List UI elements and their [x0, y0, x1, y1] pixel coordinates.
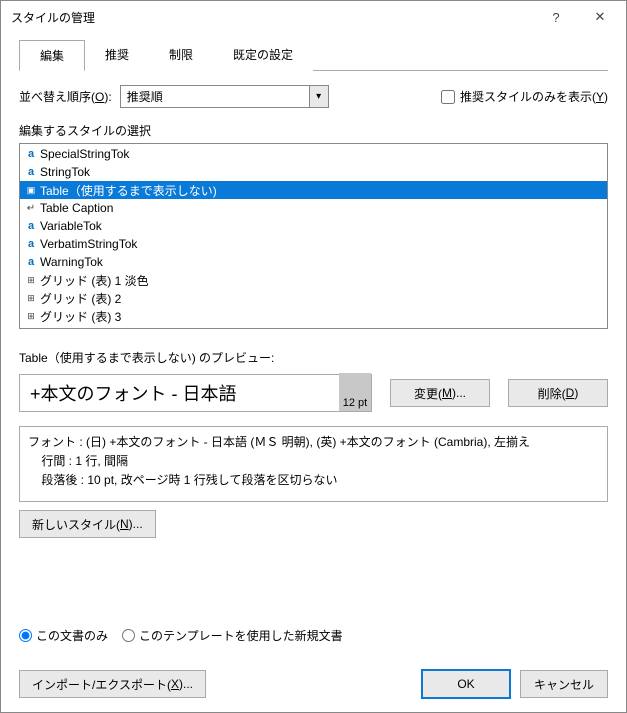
- tab-recommend[interactable]: 推奨: [85, 40, 149, 71]
- table-style-icon: ⊞: [24, 275, 38, 286]
- show-recommended-check[interactable]: 推奨スタイルのみを表示(Y): [441, 88, 608, 105]
- table-style-icon: ⊞: [24, 311, 38, 322]
- table-style-icon: ▣: [24, 185, 38, 196]
- show-recommended-checkbox[interactable]: [441, 90, 455, 104]
- radio-template[interactable]: このテンプレートを使用した新規文書: [122, 627, 343, 644]
- scope-radio-row: この文書のみ このテンプレートを使用した新規文書: [19, 613, 608, 656]
- char-style-icon: a: [24, 220, 38, 232]
- char-style-icon: a: [24, 238, 38, 250]
- preview-box: +本文のフォント - 日本語 12 pt: [19, 374, 372, 412]
- radio-this-doc[interactable]: この文書のみ: [19, 627, 108, 644]
- close-button[interactable]: ✕: [578, 2, 622, 32]
- tab-defaults[interactable]: 既定の設定: [213, 40, 313, 71]
- preview-pt-badge: 12 pt: [339, 373, 371, 411]
- style-description: フォント : (日) +本文のフォント - 日本語 (ＭＳ 明朝), (英) +…: [19, 426, 608, 502]
- list-item[interactable]: aWarningTok: [20, 253, 607, 271]
- newstyle-row: 新しいスタイル(N)...: [19, 510, 608, 538]
- list-label: 編集するスタイルの選択: [19, 122, 608, 139]
- help-icon: ?: [552, 10, 559, 25]
- ok-button[interactable]: OK: [422, 670, 510, 698]
- char-style-icon: a: [24, 256, 38, 268]
- dialog-body: 編集 推奨 制限 既定の設定 並べ替え順序(O): ▾ 推奨スタイルのみを表示(…: [1, 33, 626, 656]
- desc-line: 行間 : 1 行, 間隔: [28, 452, 599, 471]
- sort-row: 並べ替え順序(O): ▾ 推奨スタイルのみを表示(Y): [19, 85, 608, 108]
- help-button[interactable]: ?: [534, 2, 578, 32]
- char-style-icon: a: [24, 166, 38, 178]
- tab-edit[interactable]: 編集: [19, 40, 85, 71]
- manage-styles-dialog: スタイルの管理 ? ✕ 編集 推奨 制限 既定の設定 並べ替え順序(O): ▾ …: [0, 0, 627, 713]
- tab-bar: 編集 推奨 制限 既定の設定: [19, 39, 608, 71]
- cancel-button[interactable]: キャンセル: [520, 670, 608, 698]
- list-item[interactable]: ⊞グリッド (表) 3: [20, 307, 607, 325]
- sort-label: 並べ替え順序(O):: [19, 88, 112, 105]
- list-item[interactable]: aSpecialStringTok: [20, 145, 607, 163]
- list-item[interactable]: ↵Table Caption: [20, 199, 607, 217]
- delete-button[interactable]: 削除(D): [508, 379, 608, 407]
- radio-template-input[interactable]: [122, 629, 135, 642]
- preview-row: +本文のフォント - 日本語 12 pt 変更(M)... 削除(D): [19, 374, 608, 412]
- desc-line: 段落後 : 10 pt, 改ページ時 1 行残して段落を区切らない: [28, 471, 599, 490]
- list-item[interactable]: aStringTok: [20, 163, 607, 181]
- chevron-down-icon[interactable]: ▾: [310, 85, 329, 108]
- titlebar: スタイルの管理 ? ✕: [1, 1, 626, 33]
- char-style-icon: a: [24, 148, 38, 160]
- list-item[interactable]: ▣Table（使用するまで表示しない): [20, 181, 607, 199]
- tab-restrict[interactable]: 制限: [149, 40, 213, 71]
- list-item[interactable]: aVariableTok: [20, 217, 607, 235]
- dialog-title: スタイルの管理: [11, 9, 534, 26]
- import-export-button[interactable]: インポート/エクスポート(X)...: [19, 670, 206, 698]
- style-listbox[interactable]: aSpecialStringTok aStringTok ▣Table（使用する…: [19, 143, 608, 329]
- dialog-footer: インポート/エクスポート(X)... OK キャンセル: [1, 656, 626, 712]
- list-item[interactable]: ⊞グリッド (表) 1 淡色: [20, 271, 607, 289]
- list-item[interactable]: ⊞グリッド (表) 2: [20, 289, 607, 307]
- preview-font-name: +本文のフォント - 日本語: [30, 380, 237, 406]
- para-style-icon: ↵: [24, 203, 38, 214]
- sort-value[interactable]: [120, 85, 310, 108]
- list-item[interactable]: aVerbatimStringTok: [20, 235, 607, 253]
- preview-label: Table（使用するまで表示しない) のプレビュー:: [19, 349, 608, 366]
- radio-this-doc-input[interactable]: [19, 629, 32, 642]
- show-recommended-label: 推奨スタイルのみを表示(Y): [460, 88, 608, 105]
- modify-button[interactable]: 変更(M)...: [390, 379, 490, 407]
- new-style-button[interactable]: 新しいスタイル(N)...: [19, 510, 156, 538]
- close-icon: ✕: [595, 9, 606, 25]
- sort-select[interactable]: ▾: [120, 85, 329, 108]
- table-style-icon: ⊞: [24, 293, 38, 304]
- desc-line: フォント : (日) +本文のフォント - 日本語 (ＭＳ 明朝), (英) +…: [28, 433, 599, 452]
